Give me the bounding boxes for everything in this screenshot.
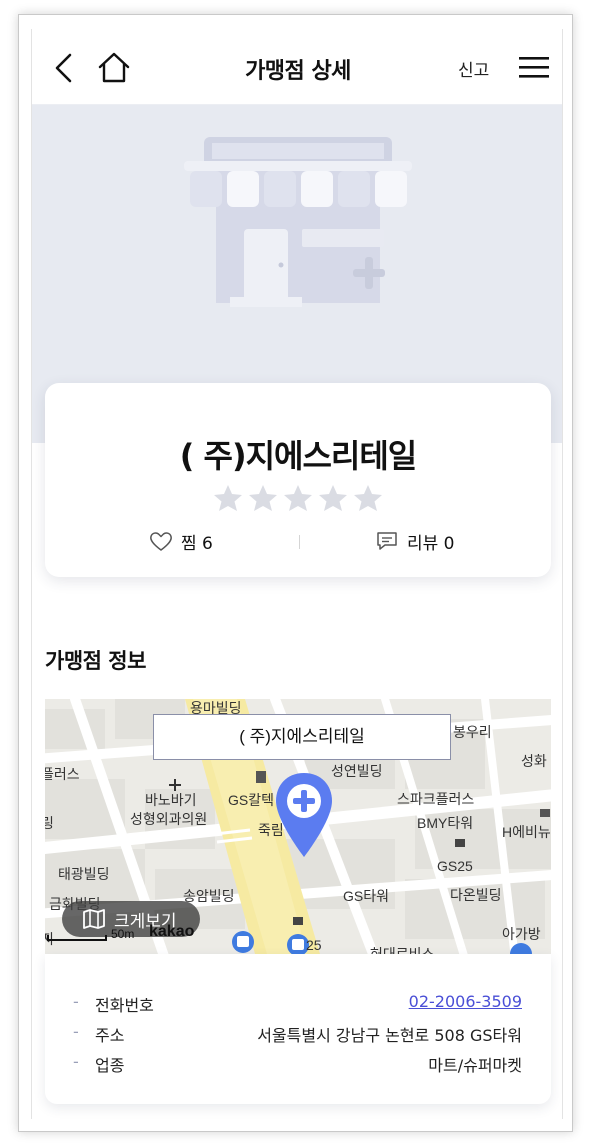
map-place-label: 허대로비스 [370,946,435,954]
phone-link[interactable]: 02-2006-3509 [409,992,522,1011]
like-count: 찜 6 [181,533,213,554]
category-value: 마트/슈퍼마켓 [428,1056,522,1075]
map-place-label: 다온빌딩 [450,887,502,903]
store-icon [184,137,412,307]
star-icon [319,485,347,511]
screen: 가맹점 상세 신고 (주)지에스리테일 찜 6 리뷰 0 가맹점 정보 용마빌… [31,29,563,1119]
map-place-label: 성연빌딩 [331,763,383,779]
map-place-label: 봉우리 [453,724,492,740]
map-pin-icon[interactable] [272,771,336,863]
map-place-label: GS25 [437,858,473,874]
map-place-label: 바노바기 [145,792,197,808]
detail-label: 전화번호 [95,996,154,1015]
rating-stars [214,485,382,511]
map-place-label: 성화 [521,753,547,769]
phone-frame: 가맹점 상세 신고 (주)지에스리테일 찜 6 리뷰 0 가맹점 정보 용마빌… [18,14,573,1132]
divider [299,535,300,549]
top-bar: 가맹점 상세 신고 [32,29,562,105]
detail-row-phone: - 전화번호 02-2006-3509 [45,990,551,1016]
store-info-section: 가맹점 정보 용마빌딩 봉우리 성화 러스 성연빌딩 바노바기 GS칼텍 성형외… [32,615,562,1119]
star-icon [284,485,312,511]
map-place-label: BMY타워 [417,815,473,831]
map-place-label: GS타워 [343,888,389,904]
map-place-label: 플러스 [45,766,80,782]
map-place-label: 아가방 [502,926,541,942]
map-provider-logo: kakao [149,923,195,940]
bullet-dash: - [73,992,79,1011]
detail-label: 업종 [95,1056,125,1075]
address-value: 서울특별시 강남구 논현로 508 GS타워 [257,1026,522,1045]
store-card: ( 주)지에스리테일 찜 6 리뷰 0 [45,383,551,577]
map-place-label: 스파크플러스 [397,791,474,807]
map-place-label: GS칼텍 [228,792,274,808]
map-place-label: 태광빌딩 [58,866,110,882]
map-icon [83,909,105,929]
review-count: 리뷰 0 [407,533,455,554]
star-icon [214,485,242,511]
map-place-label: 송암빌딩 [183,888,235,904]
section-title: 가맹점 정보 [45,649,146,673]
bullet-dash: - [73,1022,79,1041]
map-marker-label: ( 주)지에스리테일 [153,714,451,760]
map-scale-label: 50m [111,927,135,941]
detail-row-category: - 업종 마트/슈퍼마켓 [45,1050,551,1076]
map-place-label: H에비뉴 [502,824,551,840]
detail-label: 주소 [95,1026,125,1045]
map-place-label: 링 [45,815,54,831]
comment-icon [377,532,397,550]
bullet-dash: - [73,1052,79,1071]
map-scale-bar [47,935,107,941]
store-details: - 전화번호 02-2006-3509 - 주소 서울특별시 강남구 논현로 5… [45,954,551,1104]
detail-row-address: - 주소 서울특별시 강남구 논현로 508 GS타워 [45,1020,551,1046]
store-map[interactable]: 용마빌딩 봉우리 성화 플러스 성연빌딩 바노바기 GS칼텍 성형외과의원 스파… [45,699,551,954]
map-place-label: 성형외과의원 [130,811,207,827]
review-button[interactable]: 리뷰 0 [375,527,455,555]
star-icon [354,485,382,511]
hamburger-menu-icon[interactable] [517,52,551,82]
report-button[interactable]: 신고 [458,56,489,81]
like-button[interactable]: 찜 6 [149,527,213,555]
store-name: ( 주)지에스리테일 [179,437,417,475]
heart-icon [150,532,172,551]
star-icon [249,485,277,511]
map-place-label: 25 [306,937,322,953]
